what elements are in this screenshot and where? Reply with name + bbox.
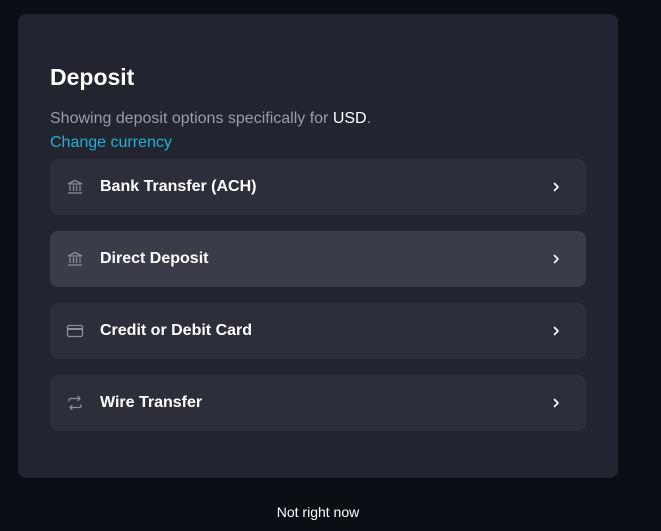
chevron-right-icon [550, 397, 562, 409]
chevron-right-icon [550, 325, 562, 337]
option-credit-debit-card[interactable]: Credit or Debit Card [50, 303, 586, 359]
option-label: Wire Transfer [100, 394, 203, 411]
transfer-arrows-icon [66, 394, 84, 412]
chevron-right-icon [550, 253, 562, 265]
option-label: Credit or Debit Card [100, 322, 253, 339]
bank-icon [66, 250, 84, 268]
not-right-now-button[interactable]: Not right now [18, 500, 618, 524]
subtitle-suffix: . [366, 110, 372, 127]
deposit-options-list: Bank Transfer (ACH) Direct Deposit Credi… [50, 159, 586, 431]
chevron-right-icon [550, 181, 562, 193]
change-currency-link[interactable]: Change currency [50, 131, 172, 155]
subtitle-prefix: Showing deposit options specifically for [50, 110, 333, 127]
credit-card-icon [66, 322, 84, 340]
option-direct-deposit[interactable]: Direct Deposit [50, 231, 586, 287]
deposit-dialog: Deposit Showing deposit options specific… [18, 14, 618, 478]
option-wire-transfer[interactable]: Wire Transfer [50, 375, 586, 431]
option-label: Direct Deposit [100, 250, 209, 267]
dialog-title: Deposit [50, 64, 135, 90]
option-label: Bank Transfer (ACH) [100, 178, 257, 195]
dialog-subtitle: Showing deposit options specifically for… [50, 107, 586, 131]
option-bank-transfer-ach[interactable]: Bank Transfer (ACH) [50, 159, 586, 215]
currency-code: USD [332, 110, 367, 127]
bank-icon [66, 178, 84, 196]
